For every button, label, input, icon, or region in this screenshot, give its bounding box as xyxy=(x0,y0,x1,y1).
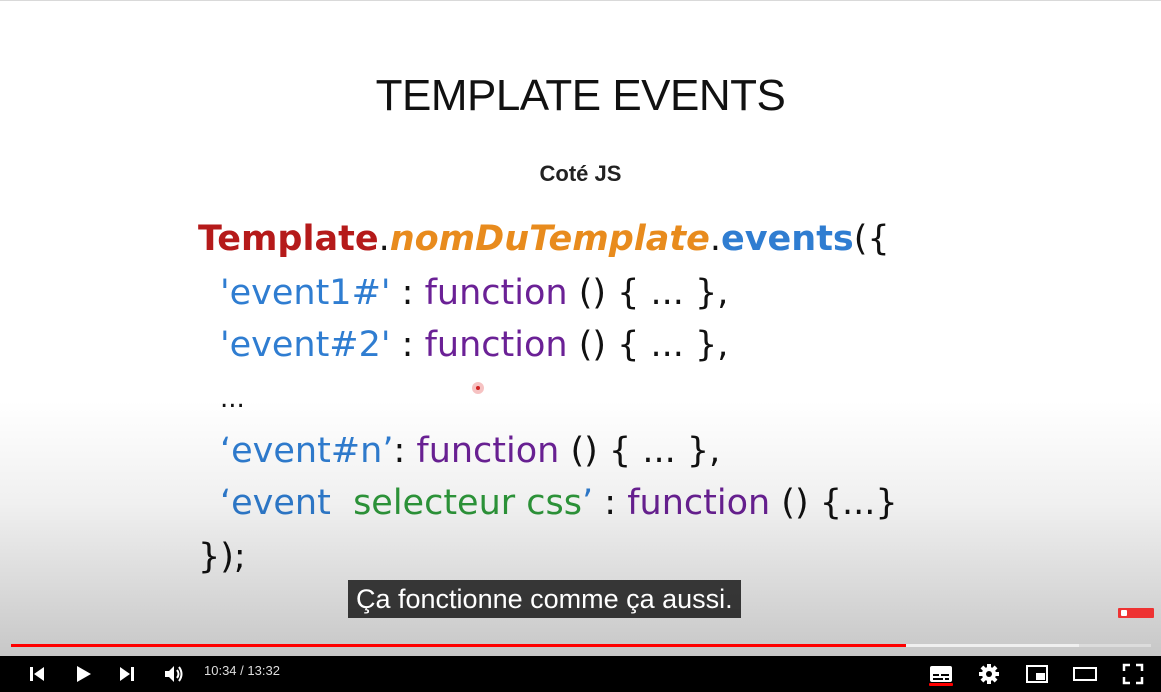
subtitles-button[interactable] xyxy=(926,656,956,692)
theater-mode-icon xyxy=(1073,667,1097,681)
previous-icon xyxy=(30,667,44,681)
volume-icon xyxy=(165,666,183,682)
code-css-selector: selecteur css xyxy=(353,483,582,523)
miniplayer-icon xyxy=(1026,665,1048,683)
time-separator: / xyxy=(236,663,248,678)
code-event-key: 'event1#' xyxy=(220,273,391,313)
code-body: () { ... }, xyxy=(567,273,729,313)
slide-title: TEMPLATE EVENTS xyxy=(375,71,786,120)
play-icon xyxy=(77,666,91,682)
code-colon: : xyxy=(390,273,425,313)
code-template: Template xyxy=(198,219,379,259)
time-display: 10:34 / 13:32 xyxy=(204,656,280,692)
duration: 13:32 xyxy=(247,663,280,678)
theater-mode-button[interactable] xyxy=(1070,656,1100,692)
pointer-highlight xyxy=(472,382,484,394)
control-bar: 10:34 / 13:32 xyxy=(0,656,1161,692)
volume-button[interactable] xyxy=(158,656,190,692)
code-line-ellipsis: ... xyxy=(220,384,245,414)
fullscreen-icon xyxy=(1122,663,1144,685)
code-dot: . xyxy=(709,219,721,259)
code-function: function xyxy=(424,325,568,365)
video-frame[interactable]: TEMPLATE EVENTS Coté JS Template.nomDuTe… xyxy=(0,1,1161,656)
code-colon: : xyxy=(390,325,425,365)
fullscreen-button[interactable] xyxy=(1118,656,1148,692)
code-line-close: }); xyxy=(198,537,246,577)
previous-button[interactable] xyxy=(22,656,52,692)
progress-bar[interactable] xyxy=(11,644,1151,647)
code-event-key: ‘event xyxy=(220,483,354,523)
video-player[interactable]: TEMPLATE EVENTS Coté JS Template.nomDuTe… xyxy=(0,0,1161,692)
play-button[interactable] xyxy=(68,656,98,692)
code-colon: : xyxy=(593,483,628,523)
code-function: function xyxy=(627,483,771,523)
settings-button[interactable] xyxy=(974,656,1004,692)
code-body: () {...} xyxy=(770,483,898,523)
subtitle-caption: Ça fonctionne comme ça aussi. xyxy=(348,580,741,618)
subtitles-active-indicator xyxy=(929,683,953,686)
settings-icon xyxy=(979,664,999,684)
code-line-6: ‘event selecteur css’ : function () {...… xyxy=(220,483,898,523)
code-line-5: ‘event#n’: function () { ... }, xyxy=(220,431,720,471)
code-line-3: 'event#2' : function () { ... }, xyxy=(220,325,728,365)
code-event-key: 'event#2' xyxy=(220,325,391,365)
code-events: events xyxy=(720,219,854,259)
code-colon: : xyxy=(393,431,417,471)
code-body: () { ... }, xyxy=(559,431,721,471)
next-icon xyxy=(120,667,134,681)
code-template-name: nomDuTemplate xyxy=(389,219,710,259)
miniplayer-button[interactable] xyxy=(1022,656,1052,692)
subtitles-icon xyxy=(930,666,952,682)
code-quote: ’ xyxy=(582,483,594,523)
current-time: 10:34 xyxy=(204,663,237,678)
slide-subtitle: Coté JS xyxy=(539,161,622,186)
code-dot: . xyxy=(378,219,390,259)
code-open: ({ xyxy=(853,219,890,259)
channel-watermark[interactable] xyxy=(1118,608,1154,618)
code-function: function xyxy=(424,273,568,313)
progress-played xyxy=(11,644,906,647)
code-line-1: Template.nomDuTemplate.events({ xyxy=(198,219,890,259)
code-body: () { ... }, xyxy=(567,325,729,365)
code-function: function xyxy=(416,431,560,471)
code-event-key: ‘event#n’ xyxy=(220,431,394,471)
code-line-2: 'event1#' : function () { ... }, xyxy=(220,273,728,313)
next-button[interactable] xyxy=(112,656,142,692)
